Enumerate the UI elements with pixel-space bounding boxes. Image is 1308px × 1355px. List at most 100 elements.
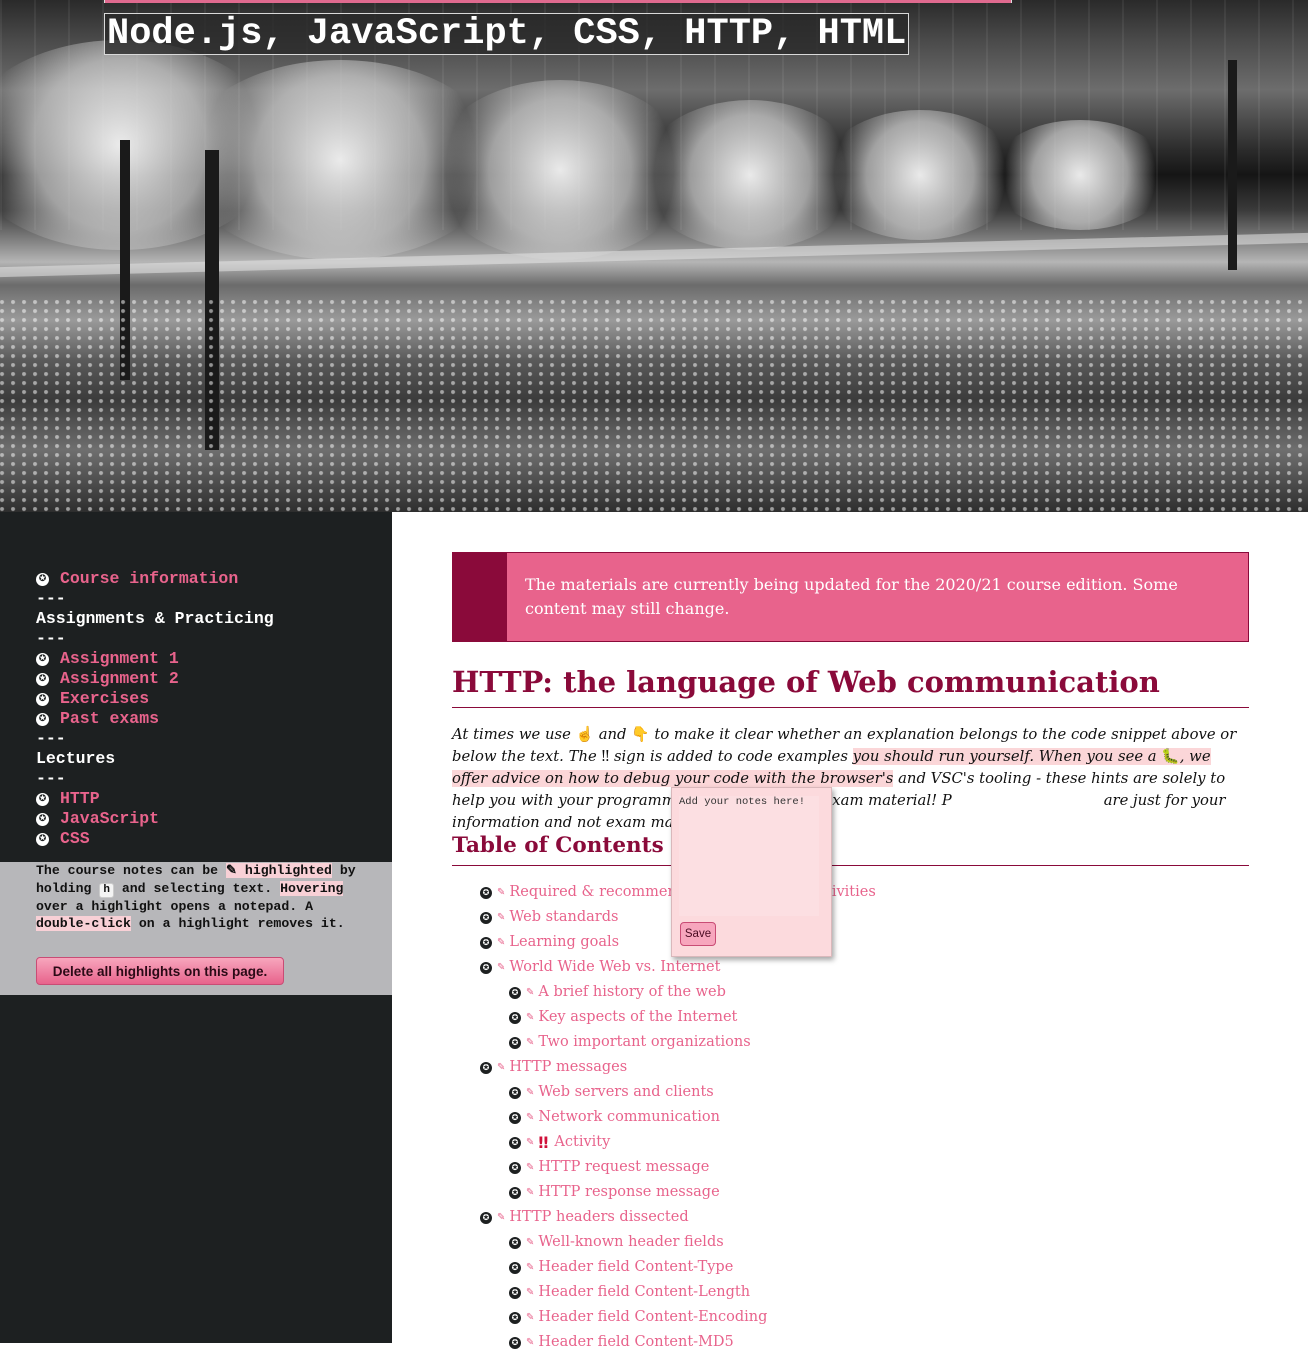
toc-item[interactable]: ✪ ✎ Key aspects of the Internet — [480, 1005, 1220, 1030]
intro-paragraph[interactable]: At times we use ☝ and 👇 to make it clear… — [452, 724, 1249, 834]
pencil-icon: ✎ — [497, 1212, 506, 1223]
star-circle-icon: ✪ — [509, 1036, 521, 1049]
star-circle-icon: ✪ — [36, 692, 49, 706]
sidebar-link-assignment-1[interactable]: ✪ Assignment 1 — [36, 649, 386, 669]
pencil-icon: ✎ — [526, 1237, 535, 1248]
pencil-icon: ✎ — [497, 912, 506, 923]
toc-link[interactable]: Two important organizations — [538, 1030, 750, 1055]
notepad-textarea[interactable]: Add your notes here! — [679, 796, 819, 916]
star-circle-icon: ✪ — [509, 1136, 521, 1149]
pencil-icon: ✎ — [526, 1112, 535, 1123]
delete-highlights-button[interactable]: Delete all highlights on this page. — [36, 957, 284, 985]
title-decoration — [104, 0, 1012, 3]
star-circle-icon: ✪ — [509, 986, 521, 999]
toc-link[interactable]: HTTP headers dissected — [509, 1205, 688, 1230]
help-text: over a highlight opens a notepad. A — [36, 898, 313, 914]
sidebar-link-past-exams[interactable]: ✪ Past exams — [36, 709, 386, 729]
toc-item[interactable]: ✪ ✎ ‼ Activity — [480, 1130, 1220, 1155]
toc-item[interactable]: ✪ ✎ Well-known header fields — [480, 1230, 1220, 1255]
star-circle-icon: ✪ — [509, 1161, 521, 1174]
toc-link[interactable]: Header field Content-Encoding — [538, 1305, 767, 1330]
toc-link[interactable]: Learning goals — [509, 930, 619, 955]
star-circle-icon: ✪ — [480, 961, 492, 974]
star-circle-icon: ✪ — [509, 1261, 521, 1274]
toc-item[interactable]: ✪ ✎ Header field Content-Encoding — [480, 1305, 1220, 1330]
star-circle-icon: ✪ — [509, 1186, 521, 1199]
sidebar-link-assignment-2[interactable]: ✪ Assignment 2 — [36, 669, 386, 689]
toc-item[interactable]: ✪ ✎ HTTP response message — [480, 1180, 1220, 1205]
notice-text: The materials are currently being update… — [525, 575, 1178, 618]
toc-link[interactable]: Network communication — [538, 1105, 720, 1130]
toc-item[interactable]: ✪ ✎ Learning goals — [480, 930, 1220, 955]
toc-link[interactable]: Well-known header fields — [538, 1230, 723, 1255]
sidebar-nav-label: --- — [36, 589, 66, 608]
help-text: The course notes can be — [36, 863, 226, 878]
toc-item[interactable]: ✪ ✎ HTTP headers dissected — [480, 1205, 1220, 1230]
pencil-icon: ✎ — [497, 1062, 506, 1073]
star-circle-icon: ✪ — [509, 1236, 521, 1249]
page-title: HTTP: the language of Web communication — [452, 662, 1249, 708]
highlight-help-text: The course notes can be ✎ highlighted by… — [36, 862, 366, 933]
sidebar-nav-label: Assignments & Practicing — [36, 609, 274, 628]
toc-item[interactable]: ✪✎Required & recommended readings and ac… — [480, 880, 1220, 905]
toc-item[interactable]: ✪ ✎ World Wide Web vs. Internet — [480, 955, 1220, 980]
toc-link[interactable]: Activity — [554, 1130, 610, 1155]
pencil-icon: ✎ — [526, 1137, 535, 1148]
star-circle-icon: ✪ — [36, 832, 49, 846]
road-marking — [0, 232, 1308, 278]
toc-link[interactable]: A brief history of the web — [538, 980, 726, 1005]
pencil-icon: ✎ — [526, 1012, 535, 1023]
double-exclamation-icon: ‼ — [538, 1133, 549, 1152]
sidebar-link-course-information[interactable]: ✪ Course information — [36, 569, 386, 589]
star-circle-icon: ✪ — [480, 886, 492, 899]
toc-title: Table of Contents — [452, 830, 1249, 866]
notepad-save-button[interactable]: Save — [680, 922, 716, 946]
flower-field — [0, 300, 1308, 512]
sidebar-nav-label: Past exams — [60, 709, 160, 728]
toc-item[interactable]: ✪ ✎ Header field Content-Type — [480, 1255, 1220, 1280]
pointing-down-icon: 👇 — [631, 726, 650, 743]
toc-item[interactable]: ✪ ✎ Two important organizations — [480, 1030, 1220, 1055]
pencil-icon: ✎ — [497, 887, 506, 898]
help-hover-sample: Hovering — [280, 880, 344, 896]
pencil-icon: ✎ — [526, 1162, 535, 1173]
toc-item[interactable]: ✪ ✎ Header field Content-Length — [480, 1280, 1220, 1305]
star-circle-icon: ✪ — [509, 1311, 521, 1324]
tree-trunk — [1228, 60, 1237, 270]
sidebar-nav-label: Assignment 2 — [60, 669, 179, 688]
pencil-icon: ✎ — [526, 1312, 535, 1323]
toc-link[interactable]: Header field Content-Length — [538, 1280, 750, 1305]
toc-link[interactable]: HTTP response message — [538, 1180, 719, 1205]
toc-link[interactable]: HTTP request message — [538, 1155, 709, 1180]
star-circle-icon: ✪ — [480, 911, 492, 924]
update-notice: The materials are currently being update… — [452, 552, 1249, 642]
help-text: on a highlight removes it. — [130, 916, 345, 931]
pencil-icon: ✎ — [526, 987, 535, 998]
star-circle-icon: ✪ — [36, 812, 49, 826]
toc-link[interactable]: World Wide Web vs. Internet — [509, 955, 720, 980]
toc-link[interactable]: Header field Content-Type — [538, 1255, 733, 1280]
toc-item[interactable]: ✪ ✎ Network communication — [480, 1105, 1220, 1130]
toc-link[interactable]: Key aspects of the Internet — [538, 1005, 737, 1030]
sidebar-nav-label: HTTP — [60, 789, 100, 808]
pointing-up-icon: ☝ — [575, 726, 594, 743]
toc-link[interactable]: HTTP messages — [509, 1055, 627, 1080]
toc-link[interactable]: Web standards — [509, 905, 618, 930]
key-h: h — [99, 882, 114, 898]
sidebar-link-javascript[interactable]: ✪ JavaScript — [36, 809, 386, 829]
toc-item[interactable]: ✪ ✎ Web standards — [480, 905, 1220, 930]
toc-item[interactable]: ✪ ✎ HTTP request message — [480, 1155, 1220, 1180]
sidebar-link-http[interactable]: ✪ HTTP — [36, 789, 386, 809]
sidebar-nav-label: Assignment 1 — [60, 649, 179, 668]
help-highlight-sample: ✎ highlighted — [225, 863, 332, 878]
toc-item[interactable]: ✪ ✎ Web servers and clients — [480, 1080, 1220, 1105]
toc-item[interactable]: ✪ ✎ HTTP messages — [480, 1055, 1220, 1080]
star-circle-icon: ✪ — [36, 792, 49, 806]
sidebar-link-css[interactable]: ✪ CSS — [36, 829, 386, 849]
toc-item[interactable]: ✪ ✎ A brief history of the web — [480, 980, 1220, 1005]
toc-link[interactable]: Web servers and clients — [538, 1080, 713, 1105]
sidebar-nav-label: --- — [36, 629, 66, 648]
sidebar-link-exercises[interactable]: ✪ Exercises — [36, 689, 386, 709]
star-circle-icon: ✪ — [509, 1086, 521, 1099]
sidebar-nav-label: JavaScript — [60, 809, 160, 828]
